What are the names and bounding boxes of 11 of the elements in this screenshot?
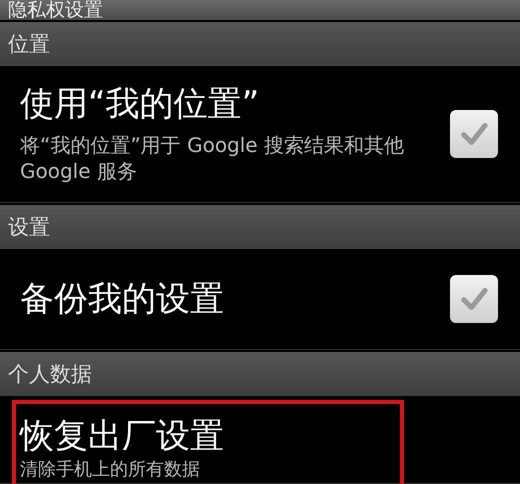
- setting-title[interactable]: 使用“我的位置”: [20, 84, 450, 124]
- setting-summary: 清除手机上的所有数据: [20, 460, 201, 480]
- setting-title[interactable]: 备份我的设置: [20, 279, 450, 319]
- section-title: 位置: [8, 31, 50, 58]
- screen-title: 隐私权设置: [8, 0, 103, 20]
- checkbox[interactable]: [450, 110, 498, 158]
- setting-title[interactable]: 恢复出厂设置: [20, 416, 498, 456]
- section-title: 个人数据: [8, 361, 92, 388]
- setting-summary: 将“我的位置”用于 Google 搜索结果和其他 Google 服务: [20, 132, 405, 184]
- section-title: 设置: [8, 214, 50, 241]
- checkbox[interactable]: [450, 275, 498, 323]
